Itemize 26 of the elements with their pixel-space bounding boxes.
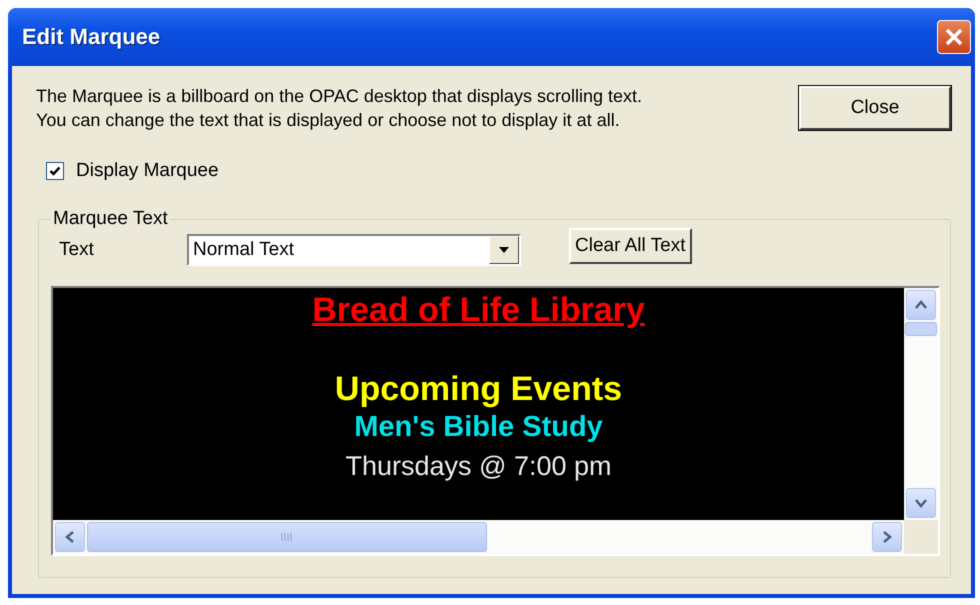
check-icon — [49, 165, 61, 177]
scroll-thumb[interactable] — [905, 322, 937, 336]
field-label: Text — [58, 239, 95, 261]
text-style-dropdown[interactable]: Normal Text — [187, 234, 521, 266]
close-button[interactable]: Close — [799, 86, 951, 130]
scroll-left-button[interactable] — [55, 522, 85, 552]
vertical-scrollbar[interactable] — [904, 288, 938, 520]
description-text: The Marquee is a billboard on the OPAC desktop that displays scrolling text. — [36, 85, 642, 108]
scroll-thumb[interactable] — [87, 522, 487, 552]
caret-icon — [498, 246, 510, 254]
grip-icon — [281, 532, 293, 542]
clear-all-text-button[interactable]: Clear All Text — [569, 228, 692, 264]
checkbox[interactable] — [46, 162, 64, 180]
marquee-line: Upcoming Events — [334, 368, 622, 410]
checkbox-label: Display Marquee — [76, 160, 219, 182]
marquee-line: Men's Bible Study — [354, 410, 603, 444]
scroll-right-button[interactable] — [872, 522, 902, 552]
marquee-line: Thursdays @ 7:00 pm — [345, 450, 612, 483]
close-icon[interactable] — [937, 20, 971, 54]
description-text: You can change the text that is displayed or choose not to display it at all. — [36, 109, 621, 132]
horizontal-scrollbar[interactable] — [53, 520, 904, 554]
group-title: Marquee Text — [52, 208, 169, 230]
window-title: Edit Marquee — [22, 24, 160, 50]
scroll-down-button[interactable] — [906, 488, 936, 518]
marquee-line: Bread of Life Library — [312, 290, 645, 331]
scroll-up-button[interactable] — [906, 290, 936, 320]
